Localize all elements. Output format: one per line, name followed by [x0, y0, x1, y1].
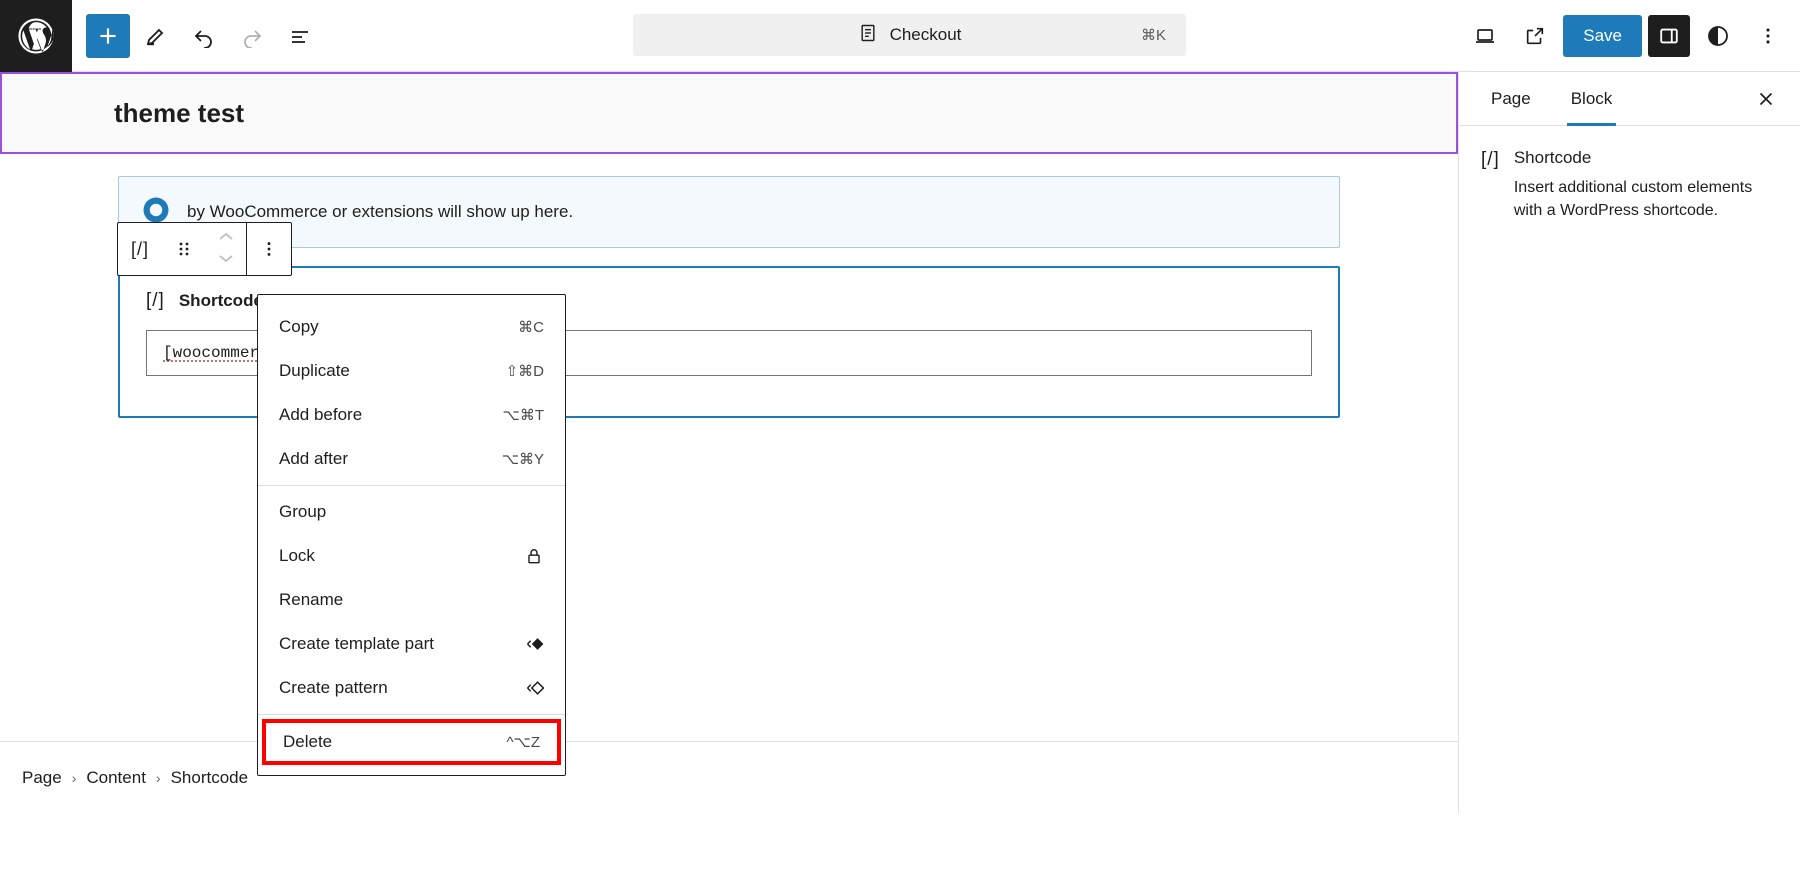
block-info-description: Insert additional custom elements with a… — [1513, 179, 1753, 220]
editor-canvas: theme test by WooCommerce or extensions … — [0, 72, 1458, 813]
menu-item-shortcut: ⌘C — [518, 319, 544, 336]
list-view-button[interactable] — [278, 14, 322, 58]
menu-item-lock[interactable]: Lock — [258, 534, 565, 578]
save-button[interactable]: Save — [1563, 15, 1642, 57]
menu-item-label: Delete — [283, 732, 333, 751]
redo-button[interactable] — [230, 14, 274, 58]
notice-text: by WooCommerce or extensions will show u… — [187, 202, 574, 221]
menu-item-label: Create template part — [279, 634, 434, 653]
breadcrumb-item-content[interactable]: Content — [86, 768, 146, 788]
styles-button[interactable] — [1696, 14, 1740, 58]
menu-item-rename[interactable]: Rename — [258, 578, 565, 622]
editor-root: Checkout ⌘K Save theme test by WooCommer… — [0, 0, 1800, 885]
menu-item-label: Lock — [279, 546, 315, 565]
shortcode-block-label: Shortcode — [178, 291, 263, 310]
chevron-down-icon[interactable] — [217, 251, 235, 269]
lock-icon — [524, 546, 544, 566]
menu-item-delete[interactable]: Delete ^⌥Z — [262, 719, 561, 765]
tab-block[interactable]: Block — [1555, 72, 1629, 126]
add-block-button[interactable] — [86, 13, 130, 58]
page-title: theme test — [114, 97, 245, 128]
menu-item-label: Copy — [279, 317, 319, 336]
menu-item-label: Create pattern — [279, 678, 388, 697]
block-info-title: Shortcode — [1513, 148, 1592, 167]
breadcrumb-item-shortcode[interactable]: Shortcode — [171, 768, 249, 788]
chevron-up-icon[interactable] — [217, 230, 235, 248]
menu-item-shortcut: ⌥⌘T — [502, 407, 544, 424]
toolbar-right-group: Save — [1463, 0, 1790, 72]
menu-item-group[interactable]: Group — [258, 490, 565, 534]
breadcrumb-separator-icon: › — [71, 769, 77, 786]
document-bar-shortcut: ⌘K — [1140, 27, 1166, 44]
menu-item-label: Add before — [279, 405, 363, 424]
breadcrumb: Page › Content › Shortcode — [0, 741, 1458, 813]
block-options-menu: Copy ⌘C Duplicate ⇧⌘D Add before ⌥⌘T Add… — [257, 294, 566, 776]
page-document-icon — [858, 23, 878, 48]
menu-group-destructive: Delete ^⌥Z — [258, 714, 565, 769]
tab-page[interactable]: Page — [1475, 72, 1547, 126]
menu-item-duplicate[interactable]: Duplicate ⇧⌘D — [258, 349, 565, 393]
sidebar-tabs: Page Block — [1459, 72, 1800, 126]
shortcode-block-icon: [/] — [146, 290, 165, 311]
settings-sidebar-toggle[interactable] — [1648, 15, 1690, 57]
document-bar-inner: Checkout — [858, 23, 962, 48]
menu-item-copy[interactable]: Copy ⌘C — [258, 305, 565, 349]
menu-group-transform: Group Lock Rename Create template part C… — [258, 485, 565, 714]
view-site-button[interactable] — [1513, 14, 1557, 58]
block-type-button[interactable]: [/] — [118, 223, 162, 275]
menu-item-shortcut: ^⌥Z — [506, 734, 541, 751]
wordpress-logo-icon[interactable] — [0, 0, 72, 72]
menu-item-create-template-part[interactable]: Create template part — [258, 622, 565, 666]
menu-item-add-before[interactable]: Add before ⌥⌘T — [258, 393, 565, 437]
block-toolbar-options-group — [247, 223, 291, 275]
template-part-icon — [522, 633, 544, 655]
toolbar-left-group — [72, 13, 322, 58]
block-info-text: Shortcode Insert additional custom eleme… — [1514, 148, 1774, 222]
breadcrumb-item-page[interactable]: Page — [22, 768, 62, 788]
more-options-button[interactable] — [1746, 14, 1790, 58]
top-toolbar: Checkout ⌘K Save — [0, 0, 1800, 72]
edit-tool-button[interactable] — [134, 14, 178, 58]
block-toolbar-main-group: [/] — [118, 223, 246, 275]
menu-group-clipboard: Copy ⌘C Duplicate ⇧⌘D Add before ⌥⌘T Add… — [258, 301, 565, 485]
menu-item-add-after[interactable]: Add after ⌥⌘Y — [258, 437, 565, 481]
block-movers[interactable] — [206, 223, 246, 275]
settings-sidebar: Page Block [/] Shortcode Insert addition… — [1458, 72, 1800, 813]
document-title: Checkout — [889, 25, 962, 44]
menu-item-create-pattern[interactable]: Create pattern — [258, 666, 565, 710]
pattern-icon — [522, 677, 544, 699]
breadcrumb-separator-icon: › — [155, 769, 161, 786]
device-preview-button[interactable] — [1463, 14, 1507, 58]
menu-item-shortcut: ⌥⌘Y — [501, 451, 544, 468]
menu-item-label: Rename — [279, 590, 344, 609]
shortcode-block-icon: [/] — [1481, 149, 1500, 170]
undo-button[interactable] — [182, 14, 226, 58]
block-info-card: [/] Shortcode Insert additional custom e… — [1481, 148, 1774, 222]
woocommerce-notice: by WooCommerce or extensions will show u… — [118, 176, 1340, 248]
menu-item-label: Group — [279, 502, 327, 521]
content-area: by WooCommerce or extensions will show u… — [0, 154, 1458, 418]
menu-item-label: Duplicate — [279, 361, 350, 380]
block-options-button[interactable] — [247, 223, 291, 275]
menu-item-shortcut: ⇧⌘D — [505, 363, 544, 380]
sidebar-body: [/] Shortcode Insert additional custom e… — [1459, 126, 1800, 222]
close-icon[interactable] — [1746, 79, 1786, 119]
menu-item-label: Add after — [279, 449, 348, 468]
shortcode-block-icon: [/] — [130, 238, 149, 259]
page-title-block[interactable]: theme test — [0, 72, 1458, 154]
block-toolbar: [/] — [117, 222, 292, 276]
drag-handle-icon[interactable] — [162, 223, 206, 275]
shortcode-input-value: [woocommer — [163, 344, 260, 362]
document-bar[interactable]: Checkout ⌘K — [633, 14, 1186, 56]
